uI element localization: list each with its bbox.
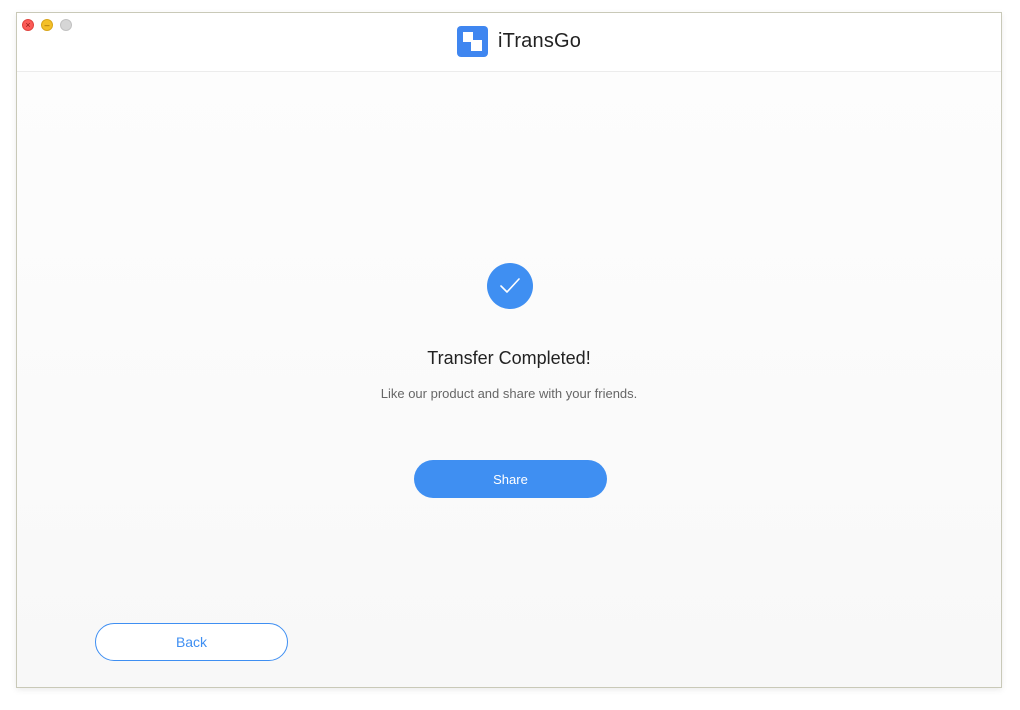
app-window: × – iTransGo Transfer Completed! Like ou…: [16, 12, 1002, 688]
transfer-completed-title: Transfer Completed!: [427, 348, 591, 368]
maximize-icon[interactable]: [60, 19, 72, 31]
itransgo-logo-icon: [457, 26, 488, 57]
share-prompt-text: Like our product and share with your fri…: [380, 386, 638, 401]
app-brand: iTransGo: [457, 26, 581, 57]
title-bar: × – iTransGo: [17, 13, 1001, 72]
minimize-icon[interactable]: –: [41, 19, 53, 31]
window-controls: × –: [22, 19, 72, 31]
close-icon[interactable]: ×: [22, 19, 34, 31]
check-circle-icon: [487, 263, 533, 309]
back-button[interactable]: Back: [95, 623, 288, 661]
share-button[interactable]: Share: [414, 460, 607, 498]
main-content: Transfer Completed! Like our product and…: [17, 72, 1001, 687]
app-name: iTransGo: [498, 30, 582, 52]
